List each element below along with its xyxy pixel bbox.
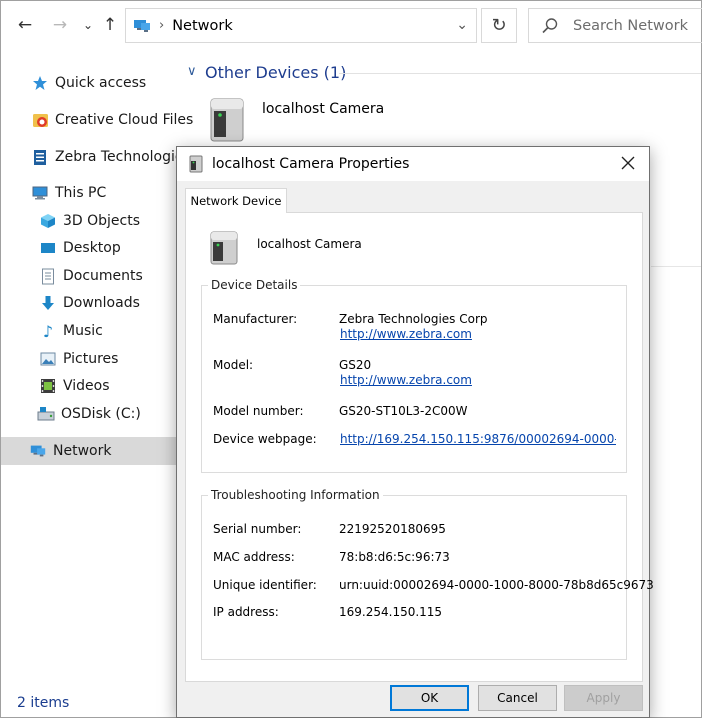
sidebar-item-label: Music: [63, 323, 103, 339]
group-header-other-devices[interactable]: Other Devices (1): [205, 63, 346, 82]
tab-network-device[interactable]: Network Device: [185, 188, 287, 213]
navigation-pane: Quick access Creative Cloud Files Zebra …: [1, 61, 193, 661]
pictures-icon: [39, 350, 57, 368]
recent-locations-chevron-icon[interactable]: ⌄: [77, 13, 99, 37]
properties-dialog: localhost Camera Properties Network Devi…: [176, 146, 654, 718]
sidebar-item-osdisk[interactable]: OSDisk (C:): [1, 400, 177, 428]
network-icon: [29, 442, 47, 460]
sidebar-item-this-pc[interactable]: This PC: [1, 179, 177, 207]
mac-address-value: 78:b8:d6:5c:96:73: [339, 550, 450, 564]
serial-number-label: Serial number:: [213, 522, 302, 536]
mac-address-label: MAC address:: [213, 550, 295, 564]
manufacturer-value: Zebra Technologies Corp: [339, 312, 488, 326]
camera-device-icon[interactable]: [205, 95, 251, 145]
music-icon: ♪: [42, 321, 54, 341]
address-bar[interactable]: › Network ⌄: [125, 8, 477, 43]
sidebar-item-label: Downloads: [63, 295, 140, 311]
sidebar-item-label: Desktop: [63, 240, 121, 256]
model-label: Model:: [213, 358, 254, 372]
status-item-count: 2 items: [17, 695, 70, 711]
camera-device-icon: [189, 155, 203, 173]
pane-divider: [651, 266, 701, 267]
sidebar-item-label: Videos: [63, 378, 110, 394]
serial-number-value: 22192520180695: [339, 522, 446, 536]
star-icon: [31, 74, 49, 92]
sidebar-item-downloads[interactable]: Downloads: [1, 289, 177, 317]
device-webpage-label: Device webpage:: [213, 432, 317, 446]
sidebar-item-videos[interactable]: Videos: [1, 372, 177, 400]
device-name: localhost Camera: [257, 237, 362, 251]
up-arrow-icon[interactable]: ↑: [99, 13, 121, 37]
address-dropdown-icon[interactable]: ⌄: [456, 17, 468, 33]
sidebar-item-music[interactable]: ♪ Music: [1, 317, 177, 345]
desktop-icon: [39, 239, 57, 257]
forward-arrow-icon[interactable]: →: [49, 13, 71, 37]
search-icon: [542, 17, 558, 33]
navigation-bar: ← → ⌄ ↑ › Network ⌄ ↻ Search Network: [1, 1, 702, 49]
sidebar-item-label: Zebra Technologies: [55, 149, 191, 165]
sidebar-item-network[interactable]: Network: [1, 437, 177, 465]
sidebar-item-label: OSDisk (C:): [61, 406, 141, 422]
ok-button[interactable]: OK: [390, 685, 469, 711]
apply-button[interactable]: Apply: [564, 685, 643, 711]
download-icon: [39, 294, 57, 312]
video-icon: [39, 377, 57, 395]
search-placeholder: Search Network: [573, 17, 688, 34]
sidebar-item-zebra-technologies[interactable]: Zebra Technologies: [1, 143, 191, 171]
model-number-value: GS20-ST10L3-2C00W: [339, 404, 468, 418]
sidebar-item-label: Creative Cloud Files: [55, 112, 194, 128]
device-webpage-link[interactable]: http://169.254.150.115:9876/00002694-000…: [340, 432, 616, 446]
group-heading: Troubleshooting Information: [208, 488, 383, 502]
sidebar-item-creative-cloud-files[interactable]: Creative Cloud Files: [1, 106, 193, 134]
sidebar-item-label: Network: [53, 443, 112, 459]
model-link[interactable]: http://www.zebra.com: [340, 373, 472, 387]
computer-icon: [31, 184, 49, 202]
breadcrumb-chevron-icon[interactable]: ›: [159, 18, 164, 33]
breadcrumb-location[interactable]: Network: [172, 18, 233, 34]
sidebar-item-label: Quick access: [55, 75, 147, 91]
cancel-button[interactable]: Cancel: [478, 685, 557, 711]
cube-icon: [39, 212, 57, 230]
ip-address-value: 169.254.150.115: [339, 605, 443, 619]
zebra-icon: [31, 148, 49, 166]
sidebar-item-label: 3D Objects: [63, 213, 141, 229]
document-icon: [39, 267, 57, 285]
back-arrow-icon[interactable]: ←: [14, 13, 36, 37]
sidebar-item-label: This PC: [55, 185, 107, 201]
model-value: GS20: [339, 358, 372, 372]
refresh-icon: ↻: [491, 15, 507, 36]
close-icon[interactable]: [619, 154, 637, 172]
ip-address-label: IP address:: [213, 605, 279, 619]
sidebar-item-desktop[interactable]: Desktop: [1, 234, 177, 262]
dialog-title: localhost Camera Properties: [212, 156, 410, 172]
disk-icon: [37, 405, 55, 423]
sidebar-item-3d-objects[interactable]: 3D Objects: [1, 207, 177, 235]
group-divider: [339, 73, 701, 74]
unique-identifier-value: urn:uuid:00002694-0000-1000-8000-78b8d65…: [339, 578, 654, 592]
manufacturer-label: Manufacturer:: [213, 312, 298, 326]
sidebar-item-pictures[interactable]: Pictures: [1, 345, 177, 373]
group-collapse-chevron-icon[interactable]: ∨: [187, 64, 197, 79]
search-input[interactable]: Search Network: [528, 8, 702, 43]
network-icon: [131, 15, 153, 37]
creative-cloud-icon: [31, 111, 49, 129]
device-tile-name[interactable]: localhost Camera: [262, 101, 384, 117]
dialog-title-bar[interactable]: localhost Camera Properties: [177, 147, 649, 181]
camera-device-icon: [210, 231, 238, 265]
group-heading: Device Details: [208, 278, 301, 292]
sidebar-item-label: Documents: [63, 268, 143, 284]
unique-identifier-label: Unique identifier:: [213, 578, 317, 592]
sidebar-item-label: Pictures: [63, 351, 119, 367]
refresh-button[interactable]: ↻: [481, 8, 517, 43]
sidebar-item-quick-access[interactable]: Quick access: [1, 69, 177, 97]
manufacturer-link[interactable]: http://www.zebra.com: [340, 327, 472, 341]
sidebar-item-documents[interactable]: Documents: [1, 262, 177, 290]
model-number-label: Model number:: [213, 404, 304, 418]
